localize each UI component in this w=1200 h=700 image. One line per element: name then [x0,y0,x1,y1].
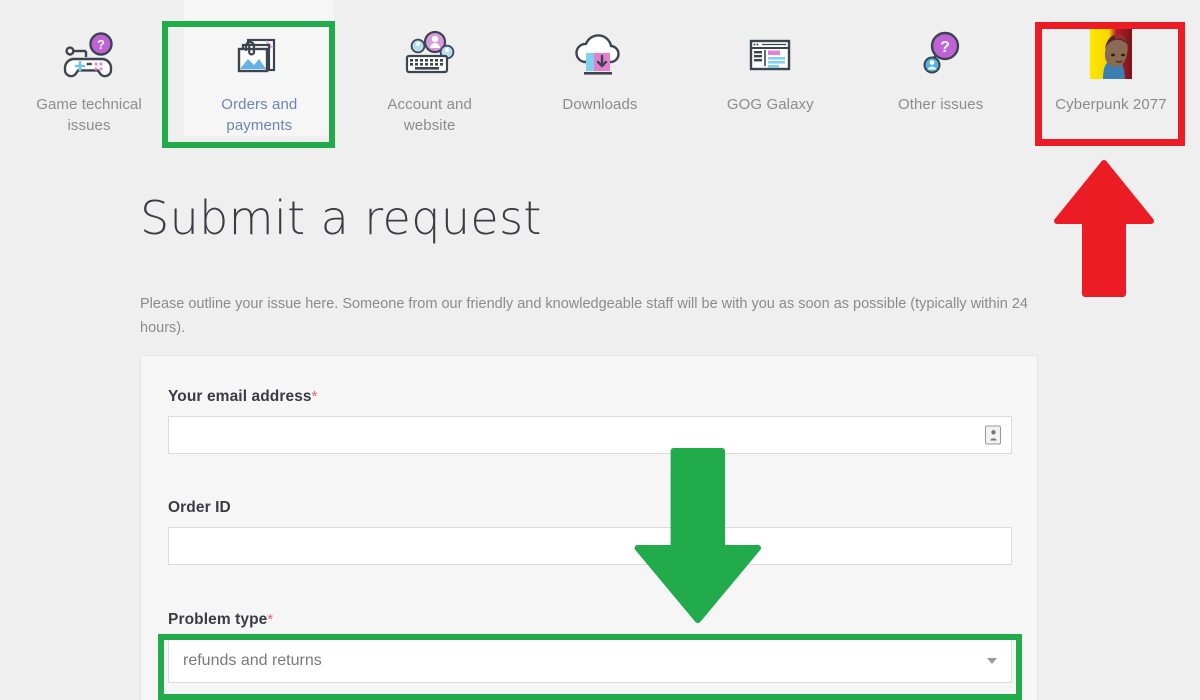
field-label-problem-type: Problem type* [168,611,1012,629]
nav-item-account-and-website[interactable]: Account and website [355,0,505,136]
nav-item-label: Game technical issues [36,96,142,134]
required-marker: * [267,611,274,628]
nav-item-label: Other issues [897,96,984,113]
nav-item-label: Orders and payments [221,96,298,134]
required-marker: * [311,388,318,405]
problem-type-selected-value: refunds and returns [183,652,322,669]
nav-item-other-issues[interactable]: ? Other issues [866,0,1016,115]
request-form: Your email address* Order ID Problem typ… [140,355,1038,700]
field-order-id: Order ID [168,499,1012,565]
nav-item-gog-galaxy[interactable]: GOG Galaxy [695,0,845,115]
nav-item-game-technical-issues[interactable]: ? Game technical issues [14,0,164,136]
field-problem-type: Problem type* refunds and returns [168,611,1012,683]
browser-window-icon [741,22,799,86]
field-label-order-id: Order ID [168,499,1012,517]
support-page: ? Game technical issues Orders and payme… [0,0,1200,700]
nav-item-label: GOG Galaxy [726,96,814,113]
field-label-text: Your email address [168,388,312,405]
nav-item-downloads[interactable]: Downloads [525,0,675,115]
order-id-input-wrapper[interactable] [168,527,1012,565]
main-content: Submit a request Please outline your iss… [140,190,1040,340]
cyberpunk-thumbnail-icon [1083,22,1139,86]
page-description: Please outline your issue here. Someone … [140,296,1028,336]
field-label-email: Your email address* [168,388,1012,406]
email-input[interactable] [169,417,1011,453]
svg-text:?: ? [97,37,105,52]
email-input-wrapper[interactable] [168,416,1012,454]
svg-text:?: ? [940,39,950,56]
field-email: Your email address* [168,388,1012,454]
chevron-down-icon[interactable] [987,658,997,664]
cloud-download-icon [569,22,631,86]
contact-card-icon[interactable] [985,425,1001,445]
nav-item-label: Cyberpunk 2077 [1055,96,1167,113]
nav-item-cyberpunk-2077[interactable]: Cyberpunk 2077 [1036,0,1186,115]
field-label-text: Problem type [168,611,268,628]
gamepad-question-icon: ? [60,22,118,86]
documents-image-icon [230,22,288,86]
nav-item-orders-and-payments[interactable]: Orders and payments [184,0,335,136]
keyboard-account-icon [399,22,461,86]
page-title: Submit a request [140,191,542,245]
annotation-red-up-arrow [1051,158,1157,298]
nav-item-label: Downloads [562,96,638,113]
field-label-text: Order ID [168,499,231,516]
question-magnifier-icon: ? [912,22,970,86]
order-id-input[interactable] [169,528,1011,564]
problem-type-select[interactable]: refunds and returns [168,639,1012,683]
nav-item-label: Account and website [387,96,472,134]
category-nav: ? Game technical issues Orders and payme… [0,0,1200,160]
